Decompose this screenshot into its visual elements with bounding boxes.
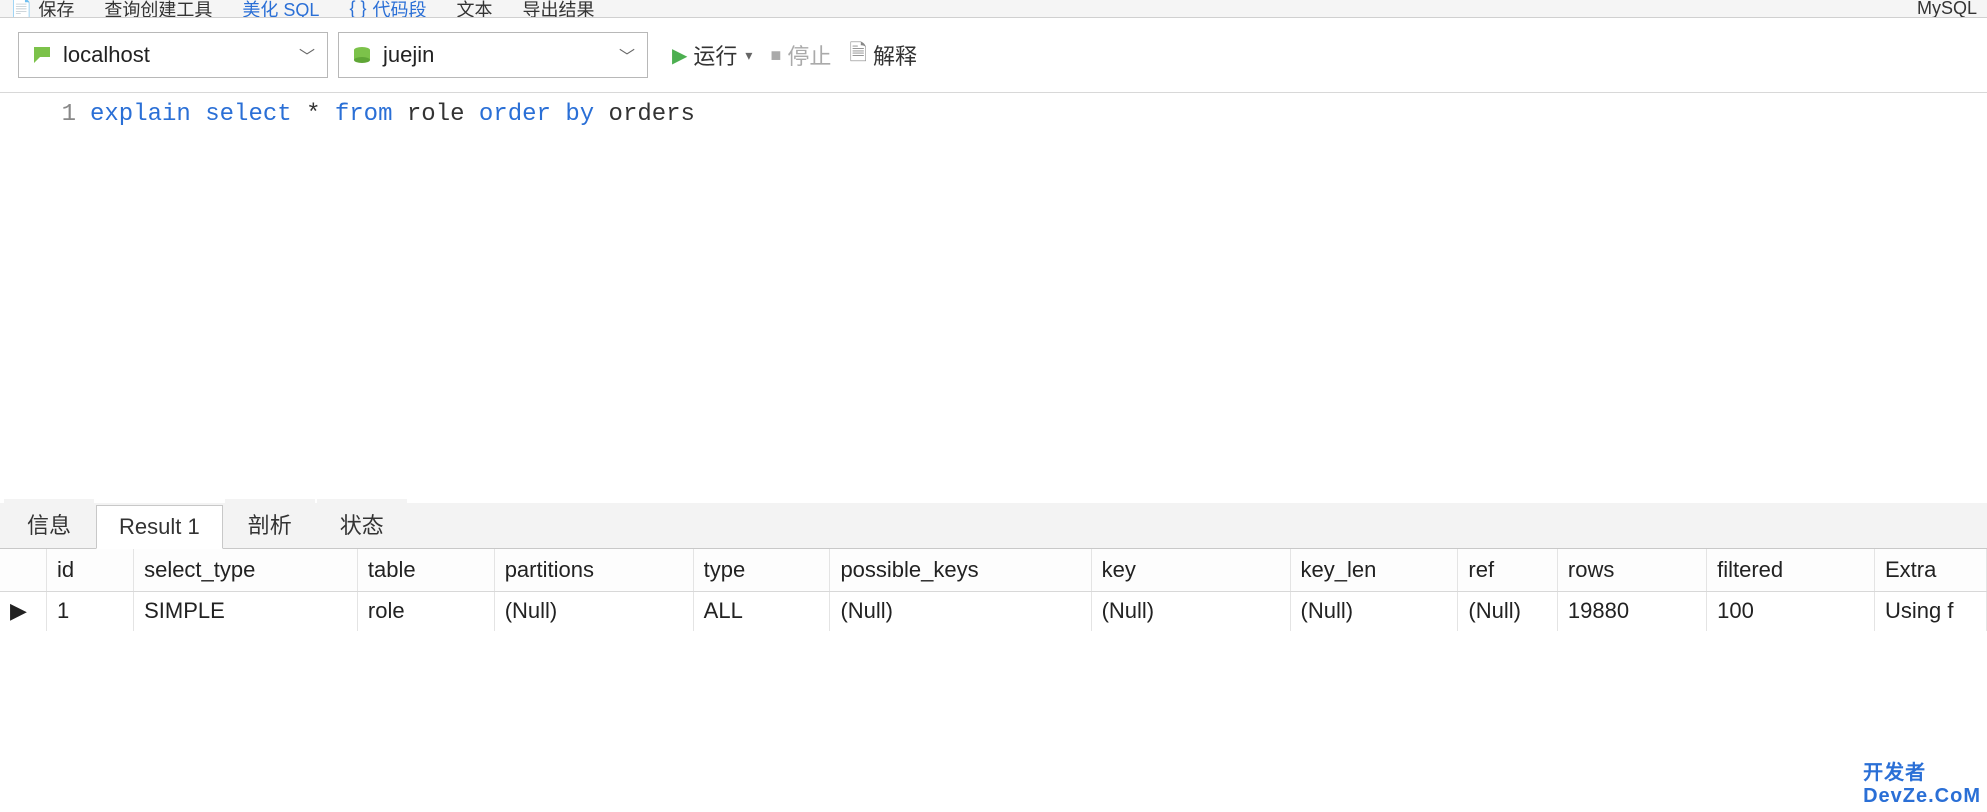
- cell-table: role: [357, 591, 494, 631]
- text-button[interactable]: 文本: [456, 0, 492, 18]
- action-buttons: ▶ 运行 ▾ ■ 停止 🗎 解释: [672, 36, 917, 74]
- stop-button[interactable]: ■ 停止: [770, 39, 831, 71]
- export-result-button[interactable]: 导出结果: [522, 0, 594, 18]
- tab-status[interactable]: 状态: [317, 499, 407, 548]
- code-snippet-button[interactable]: { } 代码段: [349, 0, 426, 18]
- cell-ref: (Null): [1458, 591, 1557, 631]
- host-dropdown[interactable]: localhost ﹀: [18, 32, 328, 78]
- watermark: 开发者 DevZe.CoM: [1863, 756, 1981, 808]
- chevron-down-icon: ▾: [745, 47, 752, 64]
- sql-editor[interactable]: 1 explain select * from role order by or…: [0, 93, 1987, 503]
- run-button[interactable]: ▶ 运行 ▾: [672, 39, 752, 71]
- db-engine-label: MySQL: [1917, 0, 1977, 18]
- run-label: 运行: [693, 39, 737, 71]
- tab-profile[interactable]: 剖析: [225, 499, 315, 548]
- col-ref[interactable]: ref: [1458, 549, 1557, 591]
- chevron-down-icon: ﹀: [299, 43, 315, 67]
- cell-possible-keys: (Null): [830, 591, 1091, 631]
- connection-icon: [31, 44, 53, 66]
- play-icon: ▶: [672, 43, 687, 68]
- connection-bar: localhost ﹀ juejin ﹀ ▶ 运行 ▾ ■ 停止 🗎 解释: [0, 18, 1987, 93]
- result-table-wrap: id select_type table partitions type pos…: [0, 549, 1987, 631]
- host-name: localhost: [63, 42, 289, 68]
- database-icon: [351, 44, 373, 66]
- cell-select-type: SIMPLE: [134, 591, 358, 631]
- col-table[interactable]: table: [357, 549, 494, 591]
- query-builder-button[interactable]: 查询创建工具: [104, 0, 212, 18]
- cell-filtered: 100: [1707, 591, 1875, 631]
- cell-key: (Null): [1091, 591, 1290, 631]
- save-button[interactable]: 📄保存: [10, 0, 74, 18]
- explain-label: 解释: [873, 39, 917, 71]
- header-row: id select_type table partitions type pos…: [0, 549, 1987, 591]
- cell-type: ALL: [693, 591, 830, 631]
- explain-button[interactable]: 🗎 解释: [849, 36, 917, 74]
- database-name: juejin: [383, 42, 609, 68]
- col-extra[interactable]: Extra: [1875, 549, 1987, 591]
- line-number: 1: [0, 101, 76, 128]
- col-type[interactable]: type: [693, 549, 830, 591]
- database-dropdown[interactable]: juejin ﹀: [338, 32, 648, 78]
- chevron-down-icon: ﹀: [619, 43, 635, 67]
- cell-extra: Using f: [1875, 591, 1987, 631]
- stop-icon: ■: [770, 45, 781, 66]
- col-select-type[interactable]: select_type: [134, 549, 358, 591]
- cell-rows: 19880: [1557, 591, 1706, 631]
- col-possible-keys[interactable]: possible_keys: [830, 549, 1091, 591]
- save-icon: 📄: [10, 0, 32, 18]
- explain-icon: 🗎: [849, 36, 867, 74]
- beautify-sql-button[interactable]: 美化 SQL: [242, 0, 319, 18]
- top-toolbar: 📄保存 查询创建工具 美化 SQL { } 代码段 文本 导出结果 MySQL: [0, 0, 1987, 18]
- tab-info[interactable]: 信息: [4, 499, 94, 548]
- stop-label: 停止: [787, 39, 831, 71]
- tab-result[interactable]: Result 1: [96, 505, 223, 549]
- col-id[interactable]: id: [47, 549, 134, 591]
- table-row[interactable]: ▶ 1 SIMPLE role (Null) ALL (Null) (Null)…: [0, 591, 1987, 631]
- col-rows[interactable]: rows: [1557, 549, 1706, 591]
- col-filtered[interactable]: filtered: [1707, 549, 1875, 591]
- cell-id: 1: [47, 591, 134, 631]
- col-key[interactable]: key: [1091, 549, 1290, 591]
- code-line: explain select * from role order by orde…: [90, 93, 695, 503]
- col-key-len[interactable]: key_len: [1290, 549, 1458, 591]
- cell-partitions: (Null): [494, 591, 693, 631]
- col-partitions[interactable]: partitions: [494, 549, 693, 591]
- cell-key-len: (Null): [1290, 591, 1458, 631]
- row-indicator-icon: ▶: [0, 591, 47, 631]
- line-gutter: 1: [0, 93, 90, 503]
- result-table: id select_type table partitions type pos…: [0, 549, 1987, 631]
- result-tabs: 信息 Result 1 剖析 状态: [0, 503, 1987, 549]
